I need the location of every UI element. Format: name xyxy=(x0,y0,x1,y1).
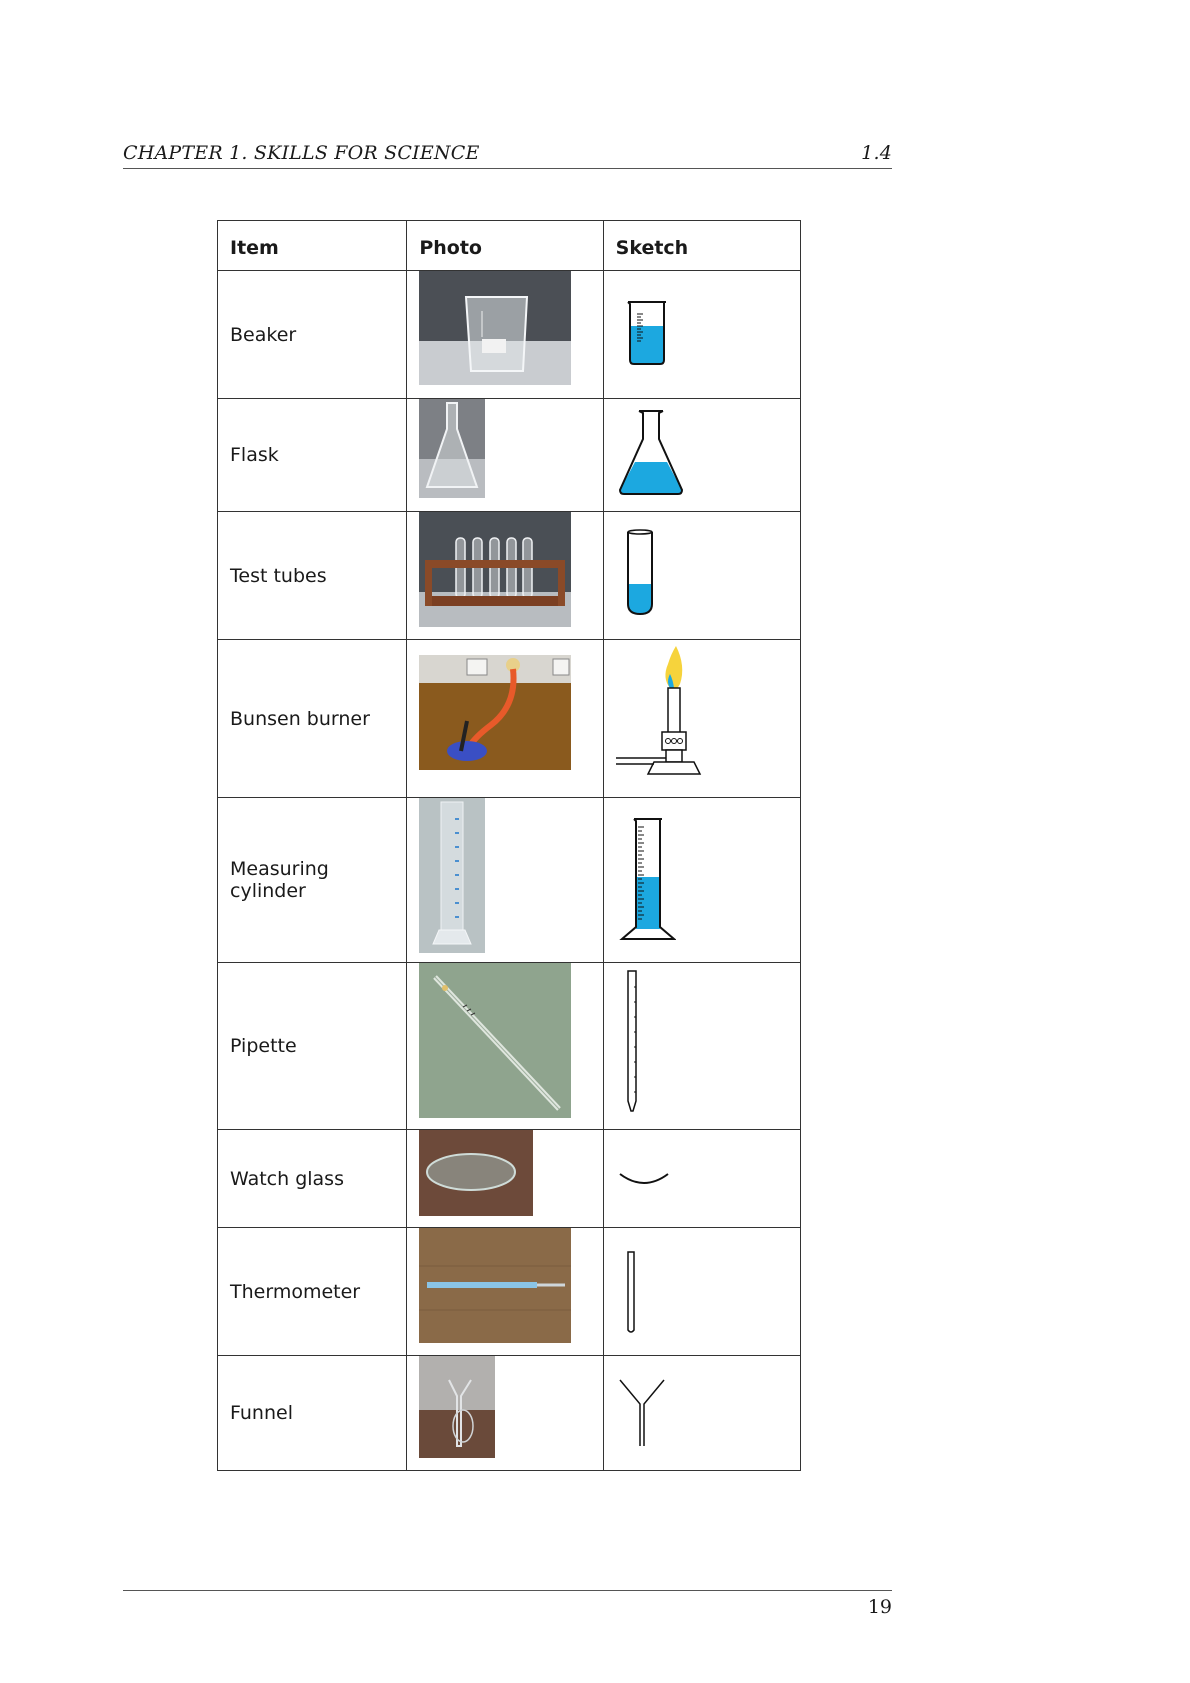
table-row: Flask xyxy=(216,398,802,512)
footer-rule xyxy=(123,1590,892,1591)
table-row: Funnel xyxy=(216,1355,802,1471)
funnel-sketch-icon xyxy=(619,1379,665,1446)
flask-photo xyxy=(419,399,486,498)
table-row: Test tubes xyxy=(216,511,802,640)
pipette-sketch-icon xyxy=(626,970,637,1112)
bunsen-burner-photo xyxy=(419,655,572,770)
watch-glass-photo xyxy=(419,1130,534,1216)
column-header-sketch: Sketch xyxy=(602,220,802,271)
item-name: Thermometer xyxy=(216,1227,408,1356)
beaker-sketch-icon xyxy=(626,301,666,365)
funnel-photo xyxy=(419,1356,496,1458)
pipette-photo xyxy=(419,963,572,1118)
thermometer-photo xyxy=(419,1228,572,1343)
item-name: Bunsen burner xyxy=(216,639,408,798)
item-name: Funnel xyxy=(216,1355,408,1471)
item-name: Pipette xyxy=(216,962,408,1130)
thermometer-sketch-icon xyxy=(626,1251,635,1333)
section-number: 1.4 xyxy=(861,142,892,164)
measuring-cylinder-sketch-icon xyxy=(618,818,676,940)
column-header-photo: Photo xyxy=(406,220,604,271)
measuring-cylinder-photo xyxy=(419,798,486,953)
item-name: Measuring cylinder xyxy=(216,797,408,963)
running-header: CHAPTER 1. SKILLS FOR SCIENCE 1.4 xyxy=(123,142,892,169)
table-row: Pipette xyxy=(216,962,802,1130)
flask-sketch-icon xyxy=(618,410,683,495)
table-header-row: Item Photo Sketch xyxy=(216,220,802,271)
item-name: Test tubes xyxy=(216,511,408,640)
table-row: Measuring cylinder xyxy=(216,797,802,963)
test-tube-sketch-icon xyxy=(626,529,653,616)
chapter-title: CHAPTER 1. SKILLS FOR SCIENCE xyxy=(123,142,480,164)
column-header-item: Item xyxy=(216,220,408,271)
item-name: Watch glass xyxy=(216,1129,408,1228)
table-row: Watch glass xyxy=(216,1129,802,1228)
table-row: Bunsen burner xyxy=(216,639,802,798)
item-name: Flask xyxy=(216,398,408,512)
item-name: Beaker xyxy=(216,270,408,399)
equipment-table: Item Photo Sketch Beaker Flask Test tube… xyxy=(216,220,802,1471)
table-row: Thermometer xyxy=(216,1227,802,1356)
bunsen-burner-sketch-icon xyxy=(615,646,701,775)
page-number: 19 xyxy=(867,1596,892,1618)
watch-glass-sketch-icon xyxy=(619,1173,669,1184)
beaker-photo xyxy=(419,271,572,385)
table-row: Beaker xyxy=(216,270,802,399)
test-tubes-photo xyxy=(419,512,572,627)
